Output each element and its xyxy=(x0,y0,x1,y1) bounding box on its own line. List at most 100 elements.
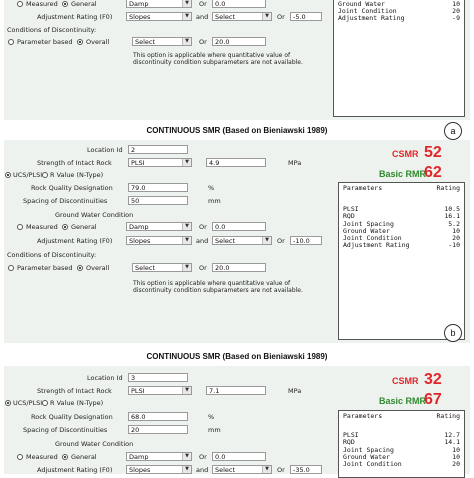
title-b: CONTINUOUS SMR (Based on Bieniawski 1989… xyxy=(146,126,328,135)
note-b: This option is applicable where quantita… xyxy=(133,280,303,294)
ucs-radio-b[interactable] xyxy=(5,172,11,178)
output-header-c: Parameters Rating xyxy=(343,412,460,420)
measured-radio-a[interactable] xyxy=(17,1,23,7)
adj-or-input-b[interactable]: -10.0 xyxy=(290,236,322,245)
adj-select2-c[interactable]: Select ▼ xyxy=(212,465,272,474)
rqd-input-b[interactable]: 79.0 xyxy=(128,183,188,192)
measured-label-b: Measured xyxy=(26,223,58,231)
cond-select-b[interactable]: Select ▼ xyxy=(132,263,192,272)
rqd-label-c: Rock Quality Designation xyxy=(31,413,113,421)
general-radio-c[interactable] xyxy=(62,454,68,460)
measured-radio-c[interactable] xyxy=(17,454,23,460)
or-label-b1: Or xyxy=(199,223,207,231)
rqd-input-c[interactable]: 68.0 xyxy=(128,412,188,421)
adjustment-label-c: Adjustment Rating (F0) xyxy=(37,466,113,474)
and-label-c: and xyxy=(196,466,209,474)
location-id-input-c[interactable]: 3 xyxy=(128,373,188,382)
panel-badge-b: b xyxy=(444,324,462,342)
strength-select-b[interactable]: PLSI ▼ xyxy=(128,158,192,167)
gw-or-input-b[interactable]: 0.0 xyxy=(212,222,266,231)
rqd-label-b: Rock Quality Designation xyxy=(31,184,113,192)
location-id-label-b: Location Id xyxy=(87,146,123,154)
location-id-label-c: Location Id xyxy=(87,374,123,382)
param-based-radio-b[interactable] xyxy=(8,265,14,271)
or-label-c2: Or xyxy=(277,466,285,474)
location-id-input-b[interactable]: 2 xyxy=(128,145,188,154)
gw-or-input-a[interactable]: 0.0 xyxy=(212,0,266,8)
strength-select-c[interactable]: PLSI ▼ xyxy=(128,386,192,395)
measured-label-c: Measured xyxy=(26,453,58,461)
gw-select-a[interactable]: Damp ▼ xyxy=(126,0,192,8)
param-based-label-b: Parameter based xyxy=(17,264,73,272)
basic-rmr-value-c: 67 xyxy=(424,391,442,408)
general-radio-b[interactable] xyxy=(62,224,68,230)
csmr-label-b: CSMR xyxy=(392,149,419,159)
or-label-a3: Or xyxy=(199,38,207,46)
spacing-input-b[interactable]: 50 xyxy=(128,196,188,205)
cond-select-a[interactable]: Select ▼ xyxy=(132,37,192,46)
adjustment-label-a: Adjustment Rating (F0) xyxy=(37,13,113,21)
adj-or-input-a[interactable]: -5.0 xyxy=(290,12,322,21)
note-a: This option is applicable where quantita… xyxy=(133,52,303,66)
conditions-label-b: Conditions of Discontinuity: xyxy=(7,251,97,259)
mpa-label-b: MPa xyxy=(288,159,302,167)
strength-value-input-b[interactable]: 4.9 xyxy=(206,158,266,167)
general-label-c: General xyxy=(71,453,97,461)
spacing-label-c: Spacing of Discontinuities xyxy=(23,426,108,434)
spacing-input-c[interactable]: 20 xyxy=(128,425,188,434)
pct-label-b: % xyxy=(208,184,215,192)
general-label-b: General xyxy=(71,223,97,231)
measured-radio-b[interactable] xyxy=(17,224,23,230)
strength-label-c: Strength of Intact Rock xyxy=(37,387,112,395)
adj-select2-a[interactable]: Select ▼ xyxy=(212,12,272,21)
csmr-label-c: CSMR xyxy=(392,376,419,386)
gw-select-c[interactable]: Damp ▼ xyxy=(126,452,192,461)
adj-select1-c[interactable]: Slopes ▼ xyxy=(126,465,192,474)
conditions-label-a: Conditions of Discontinuity: xyxy=(7,26,97,34)
adj-select2-b[interactable]: Select ▼ xyxy=(212,236,272,245)
output-box-a: Ground Water 10 Joint Condition 20 Adjustm… xyxy=(333,0,465,117)
output-row: Joint Condition 20 xyxy=(343,460,460,469)
cond-or-input-a[interactable]: 20.0 xyxy=(212,37,266,46)
r-value-radio-b[interactable] xyxy=(42,172,48,178)
output-box-b: Parameters Rating PLSI 10.5 RQD 16.1 Joint … xyxy=(338,182,465,340)
gw-select-b[interactable]: Damp ▼ xyxy=(126,222,192,231)
or-label-a1: Or xyxy=(199,0,207,8)
or-label-c1: Or xyxy=(199,453,207,461)
adj-select1-a[interactable]: Slopes ▼ xyxy=(126,12,192,21)
adj-or-input-c[interactable]: -35.0 xyxy=(290,465,322,474)
csmr-value-b: 52 xyxy=(424,144,442,161)
ucs-radio-c[interactable] xyxy=(5,400,11,406)
cond-or-input-b[interactable]: 20.0 xyxy=(212,263,266,272)
general-label-a: General xyxy=(71,0,97,8)
csmr-value-c: 32 xyxy=(424,371,442,388)
or-label-b3: Or xyxy=(199,264,207,272)
or-label-a2: Or xyxy=(277,13,285,21)
or-label-b2: Or xyxy=(277,237,285,245)
mm-label-c: mm xyxy=(208,426,221,434)
adj-select1-b[interactable]: Slopes ▼ xyxy=(126,236,192,245)
output-row: Adjustment Rating -9 xyxy=(338,14,460,23)
mm-label-b: mm xyxy=(208,197,221,205)
r-value-radio-c[interactable] xyxy=(42,400,48,406)
output-row: Adjustment Rating -10 xyxy=(343,241,460,250)
basic-rmr-label-b: Basic RMR xyxy=(379,169,427,179)
and-label-a: and xyxy=(196,13,209,21)
basic-rmr-value-b: 62 xyxy=(424,164,442,181)
output-rows-a: Ground Water 10 Joint Condition 20 Adjustm… xyxy=(334,0,464,23)
r-value-label-b: R Value (N-Type) xyxy=(50,171,104,179)
strength-value-input-c[interactable]: 7.1 xyxy=(206,386,266,395)
mpa-label-c: MPa xyxy=(288,387,302,395)
basic-rmr-label-c: Basic RMR xyxy=(379,396,427,406)
overall-label-a: Overall xyxy=(86,38,110,46)
gw-condition-label-c: Ground Water Condition xyxy=(55,440,134,448)
gw-condition-label-b: Ground Water Condition xyxy=(55,211,134,219)
gw-or-input-c[interactable]: 0.0 xyxy=(212,452,266,461)
title-c: CONTINUOUS SMR (Based on Bieniawski 1989… xyxy=(146,352,328,361)
adjustment-label-b: Adjustment Rating (F0) xyxy=(37,237,113,245)
general-radio-a[interactable] xyxy=(62,1,68,7)
param-based-radio-a[interactable] xyxy=(8,39,14,45)
overall-radio-a[interactable] xyxy=(77,39,83,45)
overall-radio-b[interactable] xyxy=(77,265,83,271)
param-based-label-a: Parameter based xyxy=(17,38,73,46)
